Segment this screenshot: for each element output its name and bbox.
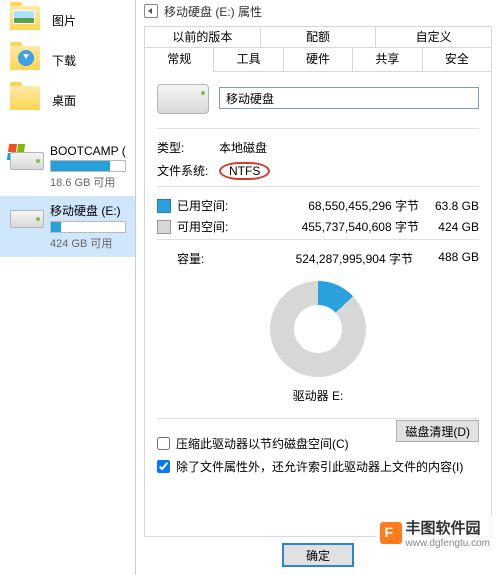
drive-icon <box>10 204 44 228</box>
downloads-folder-icon <box>10 46 42 74</box>
drive-subtext: 18.6 GB 可用 <box>50 174 131 190</box>
tab-general[interactable]: 常规 <box>145 48 214 71</box>
drive-item-removable[interactable]: 移动硬盘 (E:) 424 GB 可用 <box>0 196 135 257</box>
usage-donut-chart <box>270 281 366 377</box>
tab-tools[interactable]: 工具 <box>214 48 283 71</box>
tab-customize[interactable]: 自定义 <box>376 27 491 47</box>
capacity-bytes: 524,287,995,904 字节 <box>233 250 419 267</box>
tab-row-upper: 以前的版本 配额 自定义 <box>144 26 492 48</box>
filesystem-value: NTFS <box>219 162 270 180</box>
pictures-folder-icon <box>10 6 42 34</box>
sidebar-item-pictures[interactable]: 图片 <box>0 0 135 40</box>
capacity-label: 容量: <box>177 250 233 267</box>
general-tab-content: 类型: 本地磁盘 文件系统: NTFS 已用空间: 68,550,455,296… <box>144 72 492 537</box>
desktop-folder-icon <box>10 86 42 114</box>
free-swatch-icon <box>157 220 171 234</box>
ok-button[interactable]: 确定 <box>282 543 354 567</box>
free-bytes: 455,737,540,608 字节 <box>289 218 419 235</box>
drive-usage-bar <box>50 221 126 233</box>
sidebar-item-label: 桌面 <box>52 92 76 109</box>
back-icon[interactable] <box>144 4 158 18</box>
index-checkbox-row[interactable]: 除了文件属性外，还允许索引此驱动器上文件的内容(I) <box>157 458 479 475</box>
drive-subtext: 424 GB 可用 <box>50 235 131 251</box>
filesystem-label: 文件系统: <box>157 162 219 180</box>
tab-hardware[interactable]: 硬件 <box>284 48 353 71</box>
type-label: 类型: <box>157 139 219 156</box>
watermark: 丰图软件园 www.dgfengtu.com <box>376 515 495 551</box>
index-label: 除了文件属性外，还允许索引此驱动器上文件的内容(I) <box>176 458 463 475</box>
compress-label: 压缩此驱动器以节约磁盘空间(C) <box>176 435 349 452</box>
sidebar-item-downloads[interactable]: 下载 <box>0 40 135 80</box>
compress-checkbox[interactable] <box>157 437 170 450</box>
type-value: 本地磁盘 <box>219 139 267 156</box>
drive-icon <box>10 146 44 170</box>
free-space-row: 可用空间: 455,737,540,608 字节 424 GB <box>157 218 479 235</box>
drive-item-bootcamp[interactable]: BOOTCAMP ( 18.6 GB 可用 <box>0 138 135 196</box>
disk-cleanup-button[interactable]: 磁盘清理(D) <box>396 420 479 442</box>
disk-icon <box>157 82 209 114</box>
drive-letter-label: 驱动器 E: <box>157 387 479 404</box>
tab-sharing[interactable]: 共享 <box>353 48 422 71</box>
explorer-sidebar: 图片 下载 桌面 BOOTCAMP ( 18.6 GB 可用 移动硬盘 (E:)… <box>0 0 135 575</box>
tab-quota[interactable]: 配额 <box>261 27 377 47</box>
capacity-gb: 488 GB <box>419 250 479 267</box>
watermark-brand: 丰图软件园 <box>406 517 491 538</box>
used-space-row: 已用空间: 68,550,455,296 字节 63.8 GB <box>157 197 479 214</box>
used-swatch-icon <box>157 199 171 213</box>
tab-row-lower: 常规 工具 硬件 共享 安全 <box>144 48 492 72</box>
sidebar-item-desktop[interactable]: 桌面 <box>0 80 135 120</box>
index-checkbox[interactable] <box>157 460 170 473</box>
used-label: 已用空间: <box>177 197 289 214</box>
capacity-row: 容量: 524,287,995,904 字节 488 GB <box>157 250 479 267</box>
dialog-title-text: 移动硬盘 (E:) 属性 <box>164 3 262 20</box>
used-bytes: 68,550,455,296 字节 <box>289 197 419 214</box>
used-gb: 63.8 GB <box>419 199 479 213</box>
properties-dialog: 移动硬盘 (E:) 属性 以前的版本 配额 自定义 常规 工具 硬件 共享 安全… <box>135 0 500 575</box>
sidebar-item-label: 下载 <box>52 52 76 69</box>
sidebar-item-label: 图片 <box>52 12 76 29</box>
drive-usage-bar <box>50 160 126 172</box>
drive-name-input[interactable] <box>219 87 479 109</box>
dialog-titlebar: 移动硬盘 (E:) 属性 <box>136 0 500 22</box>
free-gb: 424 GB <box>419 220 479 234</box>
tab-security[interactable]: 安全 <box>423 48 491 71</box>
free-label: 可用空间: <box>177 218 289 235</box>
watermark-url: www.dgfengtu.com <box>406 538 491 549</box>
tab-previous-versions[interactable]: 以前的版本 <box>145 27 261 47</box>
watermark-logo-icon <box>380 522 402 544</box>
drive-title: 移动硬盘 (E:) <box>50 202 131 219</box>
drive-title: BOOTCAMP ( <box>50 144 131 158</box>
